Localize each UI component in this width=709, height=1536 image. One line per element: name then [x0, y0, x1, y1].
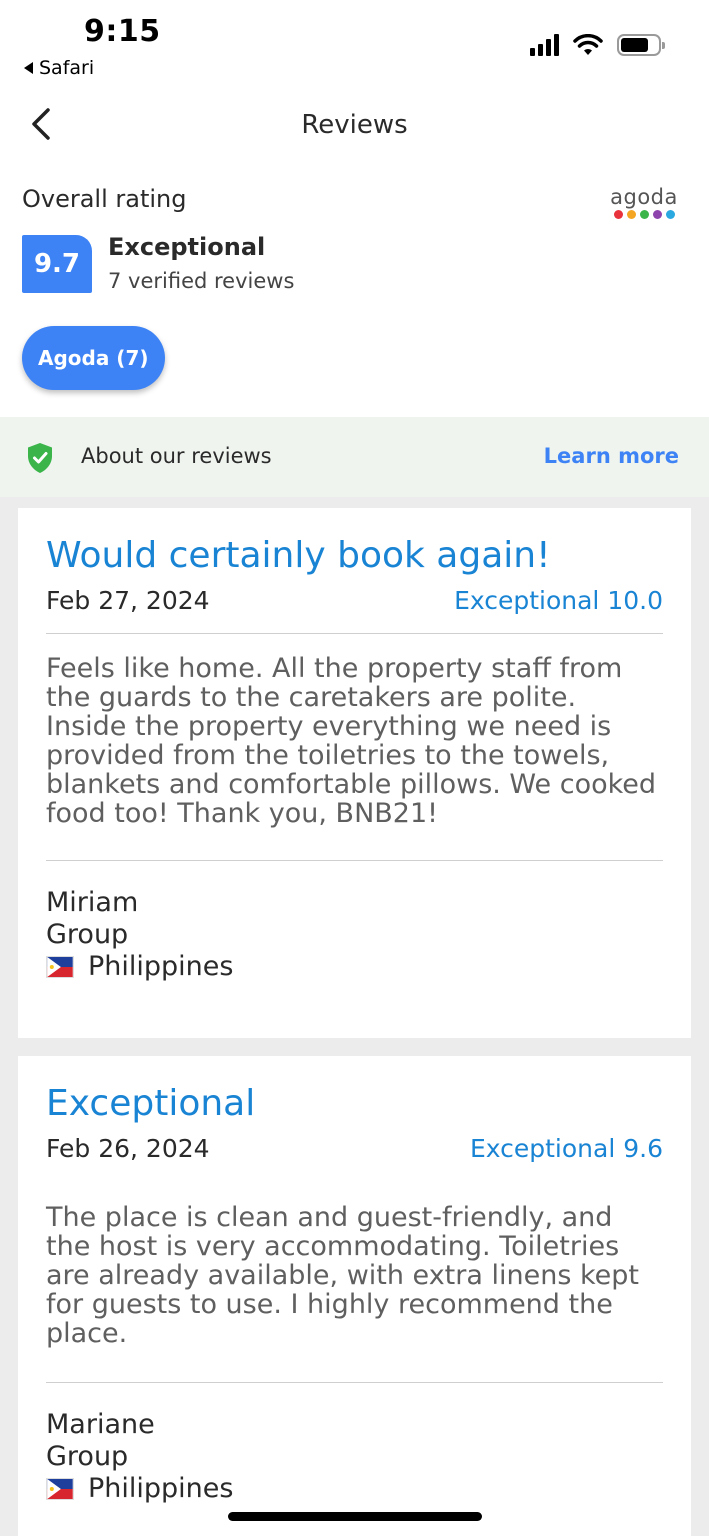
reviewer-name: Miriam: [46, 887, 139, 918]
wifi-icon: [573, 34, 603, 55]
review-meta: Feb 26, 2024 Exceptional 9.6: [46, 1134, 663, 1163]
agoda-logo: agoda: [609, 186, 679, 219]
battery-icon: [617, 34, 665, 56]
review-list: Would certainly book again! Feb 27, 2024…: [0, 497, 709, 1536]
brand-dot: [665, 210, 675, 219]
brand-dot: [639, 210, 649, 219]
page-title: Reviews: [301, 110, 408, 140]
home-indicator[interactable]: [228, 1512, 482, 1521]
brand-dot: [626, 210, 636, 219]
back-app-label: Safari: [39, 57, 95, 79]
overall-rating-label: Overall rating: [22, 185, 187, 213]
verified-review-count: 7 verified reviews: [108, 269, 295, 293]
overall-rating-word: Exceptional: [108, 233, 266, 261]
reviewer-info: Mariane Group Philippines: [46, 1409, 663, 1505]
review-date: Feb 27, 2024: [46, 586, 210, 615]
about-reviews-label: About our reviews: [81, 444, 272, 468]
reviewer-country: Philippines: [46, 951, 663, 983]
traveler-type: Group: [46, 1441, 129, 1472]
philippines-flag-icon: [46, 956, 74, 978]
review-card: Exceptional Feb 26, 2024 Exceptional 9.6…: [18, 1056, 691, 1536]
review-body: Feels like home. All the property staff …: [46, 653, 657, 829]
status-icons: [530, 34, 665, 56]
brand-dot: [652, 210, 662, 219]
brand-dots: [609, 210, 679, 219]
about-reviews-bar: About our reviews Learn more: [0, 417, 709, 497]
brand-wordmark: agoda: [610, 185, 678, 209]
reviewer-country: Philippines: [46, 1473, 663, 1505]
filter-chip-agoda[interactable]: Agoda (7): [22, 326, 165, 390]
reviewer-info: Miriam Group Philippines: [46, 887, 663, 983]
review-date: Feb 26, 2024: [46, 1134, 210, 1163]
divider: [46, 1382, 663, 1383]
country-name: Philippines: [88, 951, 234, 982]
status-bar: 9:15 Safari: [0, 0, 709, 90]
status-time: 9:15: [84, 14, 161, 49]
review-meta: Feb 27, 2024 Exceptional 10.0: [46, 586, 663, 615]
review-title: Would certainly book again!: [46, 535, 551, 576]
overall-score-badge: 9.7: [22, 235, 92, 293]
back-to-app-link[interactable]: Safari: [24, 57, 94, 79]
review-card: Would certainly book again! Feb 27, 2024…: [18, 508, 691, 1038]
back-triangle-icon: [24, 62, 33, 74]
learn-more-link[interactable]: Learn more: [544, 444, 679, 468]
shield-check-icon: [28, 443, 52, 473]
brand-dot: [613, 210, 623, 219]
country-name: Philippines: [88, 1473, 234, 1504]
nav-header: Reviews: [0, 92, 709, 162]
review-score: Exceptional 10.0: [454, 586, 663, 615]
traveler-type: Group: [46, 919, 129, 950]
review-title: Exceptional: [46, 1083, 256, 1124]
divider: [46, 860, 663, 861]
philippines-flag-icon: [46, 1478, 74, 1500]
review-score: Exceptional 9.6: [469, 1134, 663, 1163]
review-body: The place is clean and guest-friendly, a…: [46, 1202, 639, 1349]
divider: [46, 633, 663, 634]
reviewer-name: Mariane: [46, 1409, 155, 1440]
cellular-signal-icon: [530, 34, 559, 56]
